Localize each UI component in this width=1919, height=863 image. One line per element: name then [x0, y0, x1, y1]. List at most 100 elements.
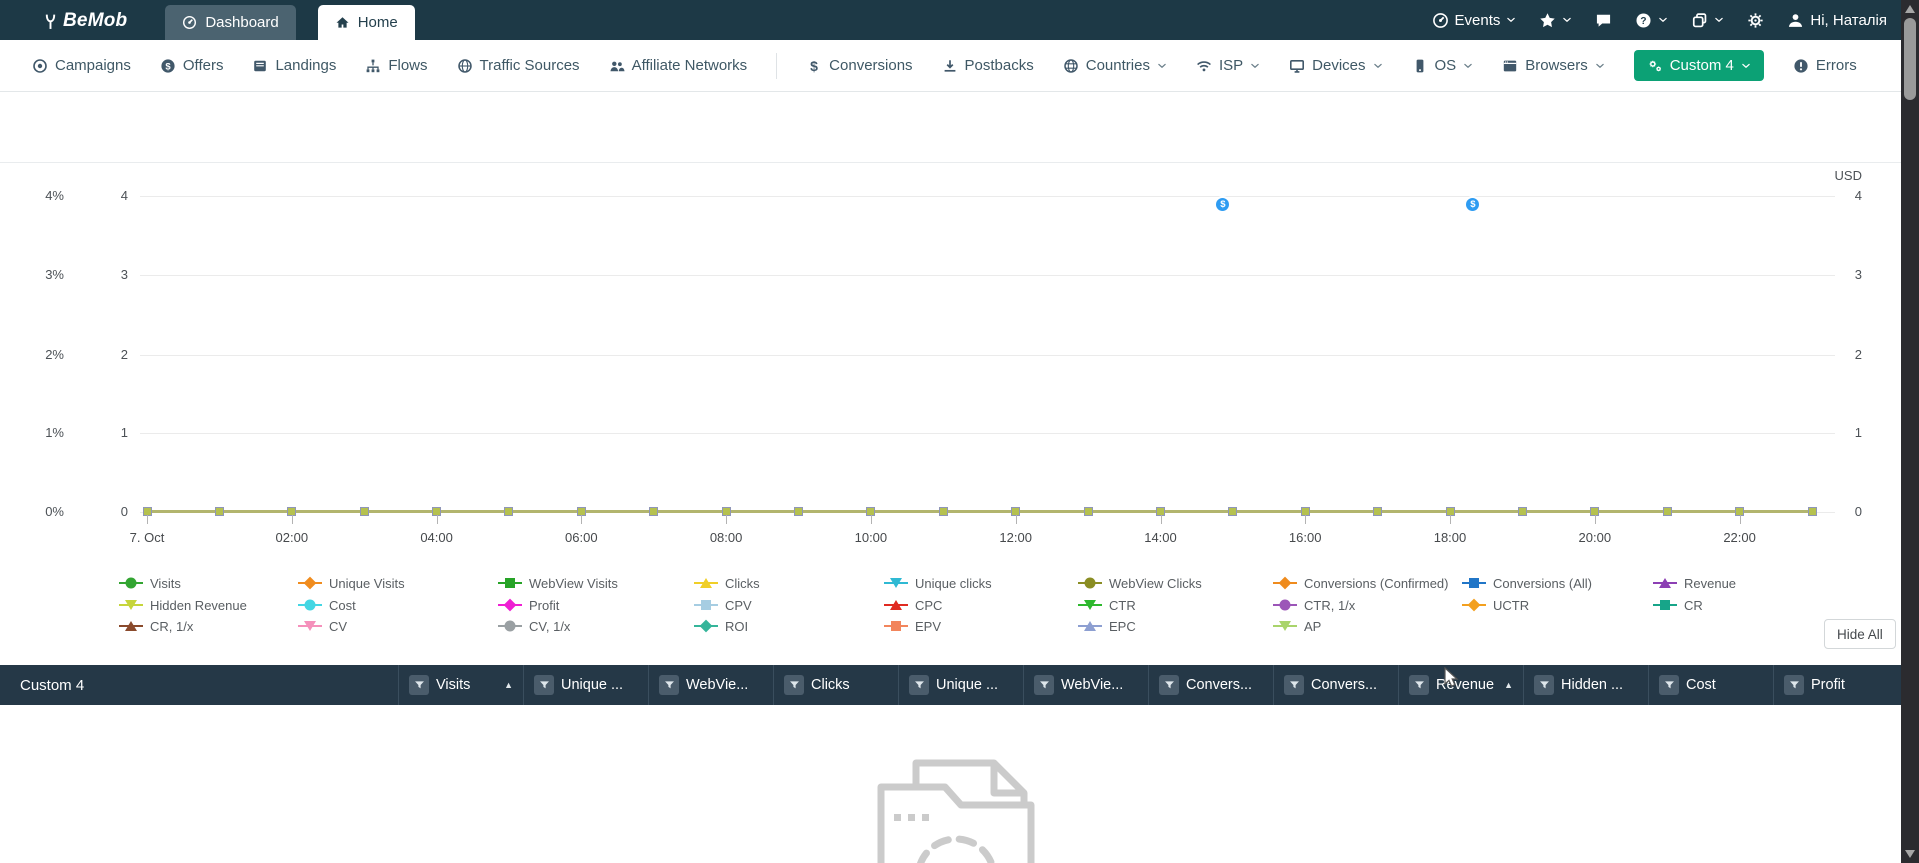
legend-item-roi[interactable]: ROI: [694, 618, 748, 634]
filter-button[interactable]: [1409, 675, 1429, 695]
nav-item-affiliate-networks[interactable]: Affiliate Networks: [609, 57, 747, 74]
x-axis-label: 18:00: [1433, 530, 1467, 545]
legend-marker: [1078, 576, 1102, 590]
hide-all-button[interactable]: Hide All: [1824, 619, 1896, 649]
nav-item-errors[interactable]: Errors: [1793, 57, 1857, 74]
column-header-unique[interactable]: Unique ...: [523, 665, 648, 705]
data-point-marker[interactable]: [214, 507, 224, 516]
column-header-unique[interactable]: Unique ...: [898, 665, 1023, 705]
scroll-up-arrow[interactable]: [1905, 5, 1915, 13]
column-header-convers[interactable]: Convers...: [1148, 665, 1273, 705]
data-point-marker[interactable]: [1228, 507, 1238, 516]
filter-button[interactable]: [1784, 675, 1804, 695]
legend-item-unique-clicks[interactable]: Unique clicks: [884, 575, 992, 591]
nav-item-offers[interactable]: $ Offers: [160, 57, 223, 74]
nav-item-os[interactable]: OS: [1412, 57, 1474, 74]
data-point-marker[interactable]: [1083, 507, 1093, 516]
nav-item-browsers[interactable]: Browsers: [1502, 57, 1605, 74]
legend-item-epc[interactable]: EPC: [1078, 618, 1136, 634]
column-label: Unique ...: [561, 677, 624, 693]
nav-item-conversions[interactable]: $ Conversions: [806, 57, 912, 74]
nav-item-devices[interactable]: Devices: [1289, 57, 1382, 74]
filter-button[interactable]: [1284, 675, 1304, 695]
y-axis-right-label: 1: [1854, 425, 1862, 440]
nav-item-campaigns[interactable]: Campaigns: [32, 57, 131, 74]
legend-item-epv[interactable]: EPV: [884, 618, 941, 634]
filter-button[interactable]: [1159, 675, 1179, 695]
filter-button[interactable]: [534, 675, 554, 695]
nav-item-traffic-sources[interactable]: Traffic Sources: [457, 57, 580, 74]
scroll-down-arrow[interactable]: [1905, 850, 1915, 858]
legend-item-conversions-confirmed[interactable]: Conversions (Confirmed): [1273, 575, 1449, 591]
settings-button[interactable]: [1747, 12, 1764, 29]
data-point-marker[interactable]: [359, 507, 369, 516]
filter-button[interactable]: [909, 675, 929, 695]
nav-item-countries[interactable]: Countries: [1063, 57, 1167, 74]
legend-item-visits[interactable]: Visits: [119, 575, 181, 591]
legend-item-clicks[interactable]: Clicks: [694, 575, 760, 591]
legend-item-revenue[interactable]: Revenue: [1653, 575, 1736, 591]
scrollbar-thumb[interactable]: [1904, 18, 1916, 100]
legend-item-cost[interactable]: Cost: [298, 597, 356, 613]
column-header-hidden[interactable]: Hidden ...: [1523, 665, 1648, 705]
legend-label: Visits: [150, 575, 181, 591]
nav-item-label: Campaigns: [55, 57, 131, 74]
column-header-convers[interactable]: Convers...: [1273, 665, 1398, 705]
filter-button[interactable]: [1659, 675, 1679, 695]
legend-item-ctr-1-x[interactable]: CTR, 1/x: [1273, 597, 1355, 613]
legend-item-cv[interactable]: CV: [298, 618, 347, 634]
tab-dashboard[interactable]: Dashboard: [165, 5, 296, 40]
column-header-profit[interactable]: Profit: [1773, 665, 1898, 705]
legend-item-uctr[interactable]: UCTR: [1462, 597, 1529, 613]
workspaces-menu[interactable]: [1691, 12, 1724, 29]
column-header-clicks[interactable]: Clicks: [773, 665, 898, 705]
legend-item-webview-clicks[interactable]: WebView Clicks: [1078, 575, 1202, 591]
legend-item-cr[interactable]: CR: [1653, 597, 1703, 613]
column-header-webvie[interactable]: WebVie...: [1023, 665, 1148, 705]
nav-item-isp[interactable]: ISP: [1196, 57, 1260, 74]
events-menu[interactable]: Events: [1432, 12, 1517, 29]
data-point-marker[interactable]: [938, 507, 948, 516]
legend-item-conversions-all[interactable]: Conversions (All): [1462, 575, 1592, 591]
filter-button[interactable]: [1034, 675, 1054, 695]
vertical-scrollbar[interactable]: [1901, 0, 1919, 863]
data-point-marker[interactable]: [1517, 507, 1527, 516]
filter-button[interactable]: [409, 675, 429, 695]
data-point-marker[interactable]: [504, 507, 514, 516]
bemob-logo[interactable]: BeMob: [42, 10, 127, 32]
y-axis-count-label: 2: [120, 347, 128, 362]
legend-item-unique-visits[interactable]: Unique Visits: [298, 575, 405, 591]
data-point-marker[interactable]: [794, 507, 803, 516]
nav-item-flows[interactable]: Flows: [365, 57, 428, 74]
legend-item-cr-1-x[interactable]: CR, 1/x: [119, 618, 193, 634]
chat-button[interactable]: [1595, 12, 1612, 29]
legend-item-cpc[interactable]: CPC: [884, 597, 942, 613]
data-point-marker[interactable]: [1373, 507, 1383, 516]
filter-button[interactable]: [784, 675, 804, 695]
filter-button[interactable]: [1534, 675, 1554, 695]
column-header-revenue[interactable]: Revenue ▲: [1398, 665, 1523, 705]
legend-label: UCTR: [1493, 597, 1530, 613]
legend-item-cpv[interactable]: CPV: [694, 597, 752, 613]
column-header-cost[interactable]: Cost: [1648, 665, 1773, 705]
nav-item-postbacks[interactable]: Postbacks: [942, 57, 1034, 74]
legend-item-ctr[interactable]: CTR: [1078, 597, 1136, 613]
user-menu[interactable]: Hi, Наталія: [1787, 12, 1887, 29]
group-column-header[interactable]: Custom 4: [0, 665, 398, 705]
data-point-marker[interactable]: [1662, 507, 1672, 516]
nav-item-landings[interactable]: Landings: [252, 57, 336, 74]
data-point-marker[interactable]: [649, 507, 659, 516]
data-point-marker[interactable]: [1807, 507, 1817, 516]
legend-item-webview-visits[interactable]: WebView Visits: [498, 575, 618, 591]
legend-item-hidden-revenue[interactable]: Hidden Revenue: [119, 597, 247, 613]
tab-home[interactable]: Home: [317, 5, 415, 40]
favorites-menu[interactable]: [1539, 12, 1572, 29]
column-header-visits[interactable]: Visits ▲: [398, 665, 523, 705]
column-header-webvie[interactable]: WebVie...: [648, 665, 773, 705]
legend-item-profit[interactable]: Profit: [498, 597, 559, 613]
legend-item-ap[interactable]: AP: [1273, 618, 1321, 634]
legend-item-cv-1-x[interactable]: CV, 1/x: [498, 618, 570, 634]
filter-button[interactable]: [659, 675, 679, 695]
help-menu[interactable]: ?: [1635, 12, 1668, 29]
nav-item-custom-4[interactable]: Custom 4: [1633, 50, 1764, 81]
